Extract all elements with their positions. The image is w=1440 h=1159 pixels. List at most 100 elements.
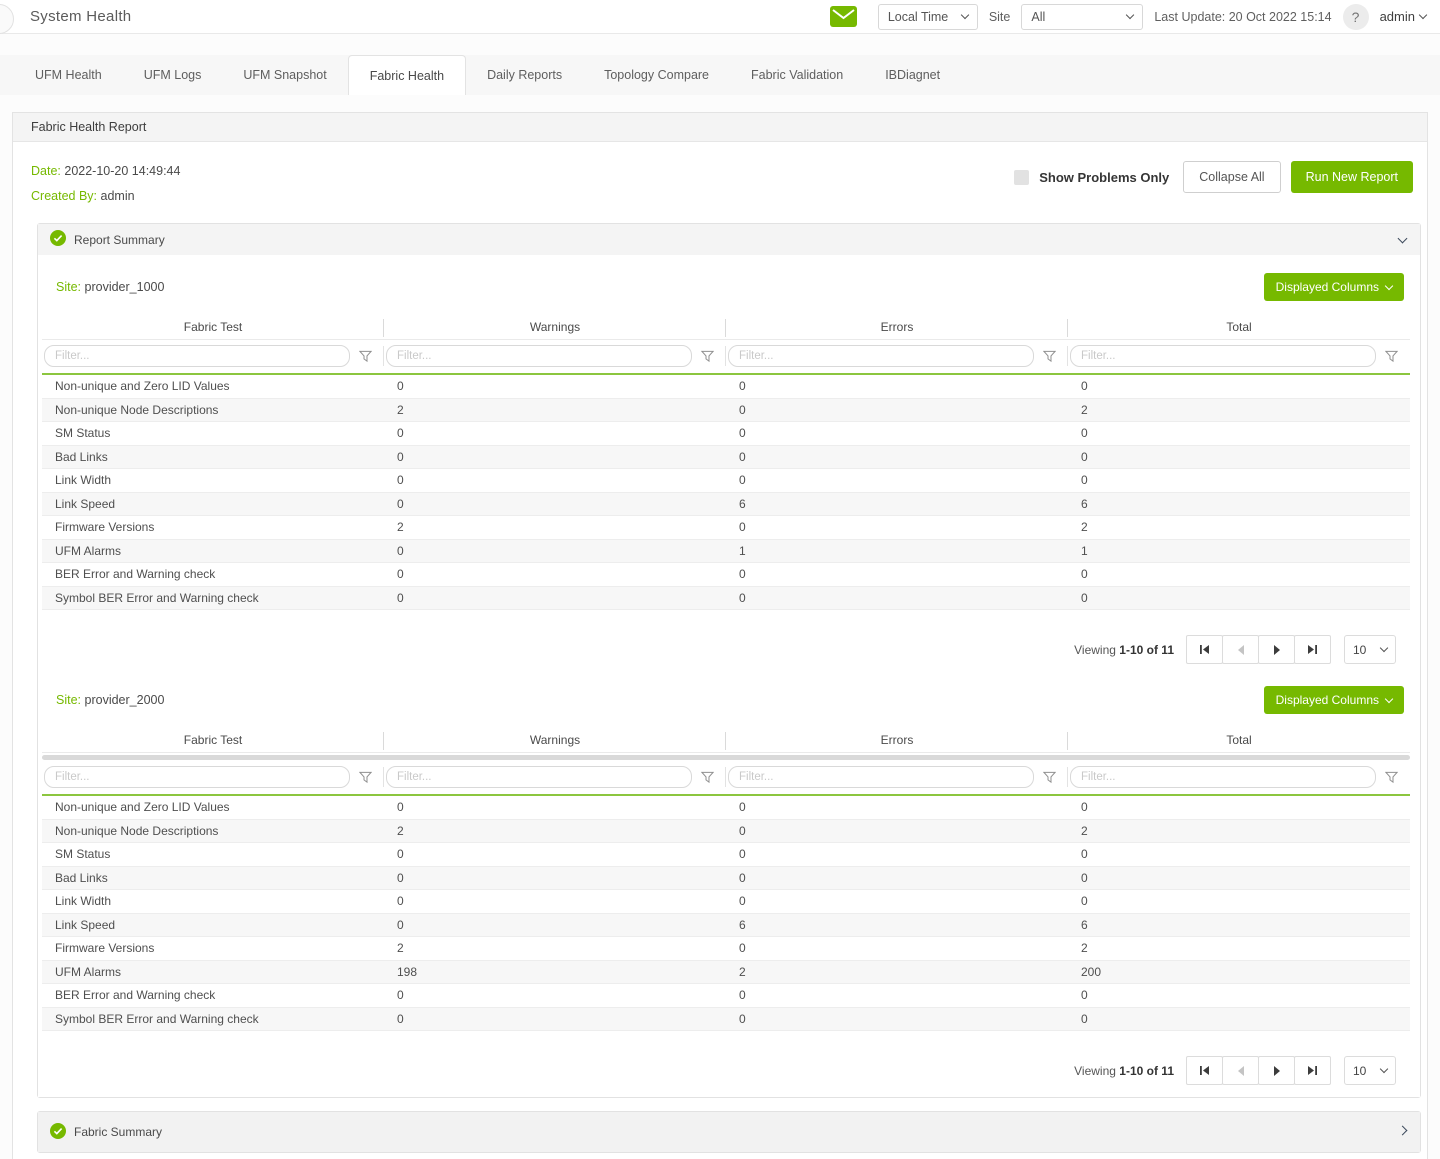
value-cell: 0	[726, 403, 1068, 417]
filter-funnel-icon[interactable]	[359, 771, 372, 784]
table-row[interactable]: Link Speed066	[42, 914, 1410, 938]
value-cell: 2	[384, 824, 726, 838]
table-row[interactable]: BER Error and Warning check000	[42, 984, 1410, 1008]
filter-funnel-icon[interactable]	[1385, 771, 1398, 784]
first-page-button[interactable]	[1186, 1056, 1223, 1085]
tab-topology-compare[interactable]: Topology Compare	[583, 55, 730, 95]
table-row[interactable]: Symbol BER Error and Warning check000	[42, 1008, 1410, 1032]
site-section-provider-2000: Site: provider_2000 Displayed Columns Fa…	[42, 676, 1410, 1097]
filter-funnel-icon[interactable]	[1043, 771, 1056, 784]
table-row[interactable]: Link Speed066	[42, 493, 1410, 517]
check-circle-icon	[50, 230, 66, 249]
table-row[interactable]: Link Width000	[42, 890, 1410, 914]
filter-funnel-icon[interactable]	[359, 350, 372, 363]
first-page-button[interactable]	[1186, 635, 1223, 664]
table-row[interactable]: Non-unique and Zero LID Values000	[42, 796, 1410, 820]
displayed-columns-button[interactable]: Displayed Columns	[1264, 686, 1404, 714]
column-header-total[interactable]: Total	[1068, 733, 1410, 747]
value-cell: 0	[384, 871, 726, 885]
filter-input-fabric-test[interactable]	[44, 766, 350, 788]
column-header-fabric-test[interactable]: Fabric Test	[42, 733, 384, 747]
table-row[interactable]: SM Status000	[42, 422, 1410, 446]
tab-ufm-snapshot[interactable]: UFM Snapshot	[222, 55, 347, 95]
table-row[interactable]: Firmware Versions202	[42, 516, 1410, 540]
tab-ibdiagnet[interactable]: IBDiagnet	[864, 55, 961, 95]
filter-input-fabric-test[interactable]	[44, 345, 350, 367]
sidebar-toggle[interactable]	[0, 4, 14, 34]
table-row[interactable]: SM Status000	[42, 843, 1410, 867]
value-cell: 0	[726, 567, 1068, 581]
previous-page-button[interactable]	[1222, 635, 1259, 664]
filter-input-warnings[interactable]	[386, 345, 692, 367]
table-row[interactable]: UFM Alarms011	[42, 540, 1410, 564]
table-row[interactable]: UFM Alarms1982200	[42, 961, 1410, 985]
tab-ufm-health[interactable]: UFM Health	[14, 55, 123, 95]
value-cell: 2	[1068, 824, 1410, 838]
site-select-label: Site	[989, 10, 1011, 24]
value-cell: 0	[384, 450, 726, 464]
value-cell: 6	[1068, 497, 1410, 511]
filter-input-total[interactable]	[1070, 766, 1376, 788]
table-row[interactable]: Non-unique Node Descriptions202	[42, 820, 1410, 844]
last-page-button[interactable]	[1294, 635, 1331, 664]
filter-funnel-icon[interactable]	[701, 771, 714, 784]
help-button[interactable]: ?	[1343, 4, 1369, 30]
filter-funnel-icon[interactable]	[1043, 350, 1056, 363]
filter-funnel-icon[interactable]	[701, 350, 714, 363]
value-cell: 2	[726, 965, 1068, 979]
viewing-text: Viewing 1-10 of 11	[1074, 643, 1174, 657]
table-row[interactable]: Bad Links000	[42, 446, 1410, 470]
previous-page-button[interactable]	[1222, 1056, 1259, 1085]
tab-daily-reports[interactable]: Daily Reports	[466, 55, 583, 95]
time-zone-value: Local Time	[888, 10, 948, 24]
value-cell: 6	[726, 918, 1068, 932]
value-cell: 0	[726, 941, 1068, 955]
page-size-select[interactable]: 10	[1344, 635, 1396, 664]
tab-ufm-logs[interactable]: UFM Logs	[123, 55, 223, 95]
filter-cell-errors	[726, 345, 1068, 367]
user-menu[interactable]: admin	[1380, 9, 1426, 24]
horizontal-scrollbar[interactable]	[42, 755, 1410, 760]
filter-funnel-icon[interactable]	[1385, 350, 1398, 363]
value-cell: 0	[1068, 379, 1410, 393]
table-row[interactable]: Bad Links000	[42, 867, 1410, 891]
filter-input-total[interactable]	[1070, 345, 1376, 367]
page-size-select[interactable]: 10	[1344, 1056, 1396, 1085]
filter-cell-errors	[726, 766, 1068, 788]
report-created-by: Created By: admin	[31, 184, 180, 209]
table-row[interactable]: Firmware Versions202	[42, 937, 1410, 961]
site-select[interactable]: All	[1021, 4, 1143, 30]
value-cell: 0	[1068, 473, 1410, 487]
column-header-errors[interactable]: Errors	[726, 320, 1068, 334]
next-page-button[interactable]	[1258, 1056, 1295, 1085]
collapse-all-button[interactable]: Collapse All	[1183, 161, 1280, 193]
table-row[interactable]: Non-unique and Zero LID Values000	[42, 375, 1410, 399]
column-header-fabric-test[interactable]: Fabric Test	[42, 320, 384, 334]
tab-fabric-health[interactable]: Fabric Health	[348, 55, 466, 95]
mail-icon[interactable]	[830, 6, 857, 27]
report-summary-header[interactable]: Report Summary	[38, 224, 1420, 255]
show-problems-checkbox[interactable]	[1014, 170, 1029, 185]
next-page-button[interactable]	[1258, 635, 1295, 664]
column-header-warnings[interactable]: Warnings	[384, 733, 726, 747]
table-row[interactable]: Non-unique Node Descriptions202	[42, 399, 1410, 423]
filter-input-errors[interactable]	[728, 766, 1034, 788]
tab-fabric-validation[interactable]: Fabric Validation	[730, 55, 864, 95]
report-meta-row: Date: 2022-10-20 14:49:44 Created By: ad…	[13, 142, 1427, 217]
last-page-button[interactable]	[1294, 1056, 1331, 1085]
filter-input-errors[interactable]	[728, 345, 1034, 367]
chevron-down-icon	[1126, 11, 1134, 19]
created-by-value: admin	[101, 189, 135, 203]
time-zone-select[interactable]: Local Time	[878, 4, 978, 30]
column-header-errors[interactable]: Errors	[726, 733, 1068, 747]
value-cell: 0	[384, 473, 726, 487]
filter-input-warnings[interactable]	[386, 766, 692, 788]
table-row[interactable]: BER Error and Warning check000	[42, 563, 1410, 587]
fabric-summary-header[interactable]: Fabric Summary	[38, 1112, 1420, 1152]
run-new-report-button[interactable]: Run New Report	[1291, 161, 1413, 193]
displayed-columns-button[interactable]: Displayed Columns	[1264, 273, 1404, 301]
column-header-total[interactable]: Total	[1068, 320, 1410, 334]
table-row[interactable]: Symbol BER Error and Warning check000	[42, 587, 1410, 611]
column-header-warnings[interactable]: Warnings	[384, 320, 726, 334]
table-row[interactable]: Link Width000	[42, 469, 1410, 493]
